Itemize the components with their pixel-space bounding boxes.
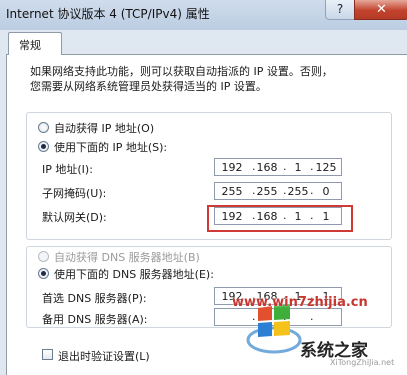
- alternate-dns-label: 备用 DNS 服务器(A):: [42, 313, 148, 326]
- close-button[interactable]: ✕: [354, 0, 407, 20]
- ip-address-label: IP 地址(I):: [42, 163, 93, 176]
- help-button[interactable]: ?: [325, 0, 355, 20]
- subnet-mask-label: 子网掩码(U):: [42, 187, 107, 200]
- dns-manual-label[interactable]: 使用下面的 DNS 服务器地址(E):: [54, 266, 214, 282]
- ip-manual-label[interactable]: 使用下面的 IP 地址(S):: [54, 139, 167, 155]
- intro-line-1: 如果网络支持此功能，则可以获取自动指派的 IP 设置。否则，: [30, 65, 333, 78]
- gateway-highlight-annotation: [207, 205, 353, 232]
- watermark-url-text: XiTongZhiJia.net: [330, 358, 395, 367]
- window-title: Internet 协议版本 4 (TCP/IPv4) 属性: [6, 7, 210, 21]
- intro-text: 如果网络支持此功能，则可以获取自动指派的 IP 设置。否则， 您需要从网络系统管…: [30, 64, 390, 94]
- tab-general-label: 常规: [19, 39, 41, 52]
- octet-separator: .: [283, 160, 287, 173]
- subnet-mask-octet-3: 255: [287, 185, 309, 198]
- octet-separator: .: [283, 184, 287, 197]
- ip-address-octet-2: 168: [256, 161, 278, 174]
- octet-separator: .: [310, 160, 314, 173]
- ip-address-octet-4: 125: [315, 161, 337, 174]
- preferred-dns-label: 首选 DNS 服务器(P):: [42, 292, 147, 305]
- tab-general[interactable]: 常规: [8, 32, 62, 55]
- ip-address-input[interactable]: 192 . 168 . 1 . 125: [214, 158, 342, 176]
- dns-manual-radio[interactable]: [38, 268, 49, 279]
- octet-separator: .: [310, 310, 314, 323]
- validate-on-exit-checkbox[interactable]: [42, 349, 53, 360]
- default-gateway-label: 默认网关(D):: [42, 211, 107, 224]
- ip-auto-label[interactable]: 自动获得 IP 地址(O): [54, 120, 154, 136]
- ip-auto-radio[interactable]: [38, 122, 49, 133]
- validate-on-exit-label[interactable]: 退出时验证设置(L): [58, 348, 150, 364]
- ip-address-octet-1: 192: [221, 161, 243, 174]
- subnet-mask-octet-2: 255: [256, 185, 278, 198]
- octet-separator: .: [252, 184, 256, 197]
- intro-line-2: 您需要从网络系统管理员处获得适当的 IP 设置。: [30, 80, 267, 93]
- help-icon: ?: [336, 2, 344, 16]
- octet-separator: .: [252, 160, 256, 173]
- octet-separator: .: [310, 184, 314, 197]
- dns-auto-label[interactable]: 自动获得 DNS 服务器地址(B): [54, 249, 200, 265]
- watermark-site-text: www.win7zhijia.cn: [232, 295, 368, 310]
- ip-address-octet-3: 1: [294, 161, 302, 174]
- close-icon: ✕: [376, 2, 387, 17]
- subnet-mask-octet-1: 255: [221, 185, 243, 198]
- subnet-mask-input[interactable]: 255 . 255 . 255 . 0: [214, 182, 342, 200]
- subnet-mask-octet-4: 0: [322, 185, 330, 198]
- dns-auto-radio[interactable]: [38, 251, 49, 262]
- ip-manual-radio[interactable]: [38, 141, 49, 152]
